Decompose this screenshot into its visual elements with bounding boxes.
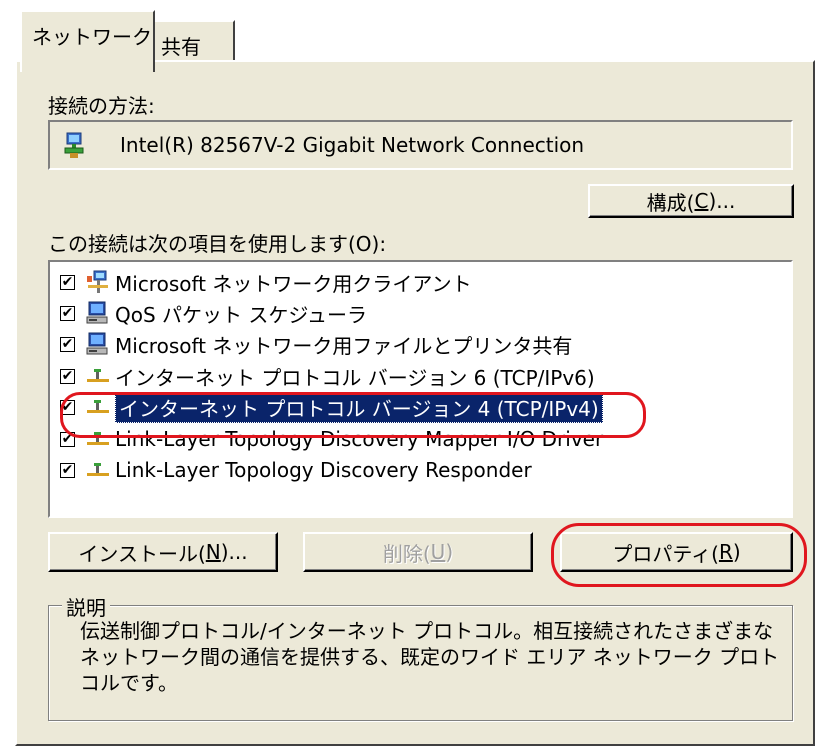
install-button[interactable]: インストール(N)... [48,532,278,572]
protocol-icon [87,463,109,476]
item-checkbox[interactable]: ✔ [60,274,75,290]
install-label: インストール( [78,541,206,566]
item-checkbox[interactable]: ✔ [60,368,75,384]
protocol-icon [87,369,109,382]
uninstall-label: 削除( [382,541,431,566]
configure-button[interactable]: 構成(C)... [588,184,794,218]
item-label: QoS パケット スケジューラ [115,302,367,327]
configure-accesskey: C [694,189,709,213]
protocol-icon [87,400,109,413]
item-checkbox[interactable]: ✔ [60,431,75,447]
tab-networking-label: ネットワーク [32,25,152,49]
item-label: Microsoft ネットワーク用クライアント [115,271,472,296]
uninstall-button[interactable]: 削除(U) [303,532,533,572]
list-item-selected[interactable]: ✔ インターネット プロトコル バージョン 4 (TCP/IPv4) [60,391,603,423]
install-accesskey: N [205,540,221,564]
item-label: Link-Layer Topology Discovery Responder [115,458,532,482]
item-label: インターネット プロトコル バージョン 6 (TCP/IPv6) [115,365,595,390]
description-legend: 説明 [62,592,110,621]
computer-service-icon [86,332,108,355]
adapter-field: Intel(R) 82567V-2 Gigabit Network Connec… [48,120,793,170]
properties-accesskey: R [718,540,733,564]
item-label: Microsoft ネットワーク用ファイルとプリンタ共有 [115,333,573,358]
item-checkbox[interactable]: ✔ [60,462,75,478]
network-client-icon [87,270,108,293]
item-label: インターネット プロトコル バージョン 4 (TCP/IPv4) [115,391,603,423]
uninstall-accesskey: U [430,540,446,564]
list-item[interactable]: ✔ Microsoft ネットワーク用ファイルとプリンタ共有 [60,329,572,359]
properties-button[interactable]: プロパティ(R) [560,532,793,572]
properties-suffix: ) [732,540,741,564]
protocol-icon [87,432,109,445]
item-checkbox[interactable]: ✔ [60,399,75,415]
components-list[interactable]: ✔ Microsoft ネットワーク用クライアント ✔ QoS パケット スケジ… [48,260,793,518]
properties-label: プロパティ( [612,541,719,566]
list-item[interactable]: ✔ Microsoft ネットワーク用クライアント [60,267,472,297]
tab-sharing-label: 共有 [161,35,201,59]
network-adapter-icon [64,132,84,158]
connect-using-label: 接続の方法: [48,94,155,118]
list-item[interactable]: ✔ Link-Layer Topology Discovery Mapper I… [60,424,603,454]
list-item[interactable]: ✔ Link-Layer Topology Discovery Responde… [60,455,532,485]
list-item[interactable]: ✔ インターネット プロトコル バージョン 6 (TCP/IPv6) [60,361,595,391]
items-label: この接続は次の項目を使用します(O): [48,232,387,256]
list-item[interactable]: ✔ QoS パケット スケジューラ [60,298,367,328]
computer-service-icon [86,301,108,324]
description-text: 伝送制御プロトコル/インターネット プロトコル。相互接続されたさまざまなネットワ… [80,619,780,695]
item-checkbox[interactable]: ✔ [60,336,75,352]
configure-label: 構成( [646,190,695,215]
uninstall-suffix: ) [445,540,454,564]
item-checkbox[interactable]: ✔ [60,305,75,321]
configure-suffix: )... [708,189,736,213]
item-label: Link-Layer Topology Discovery Mapper I/O… [115,427,604,451]
install-suffix: )... [220,540,248,564]
adapter-name: Intel(R) 82567V-2 Gigabit Network Connec… [120,133,585,157]
tab-networking[interactable]: ネットワーク [20,10,155,72]
